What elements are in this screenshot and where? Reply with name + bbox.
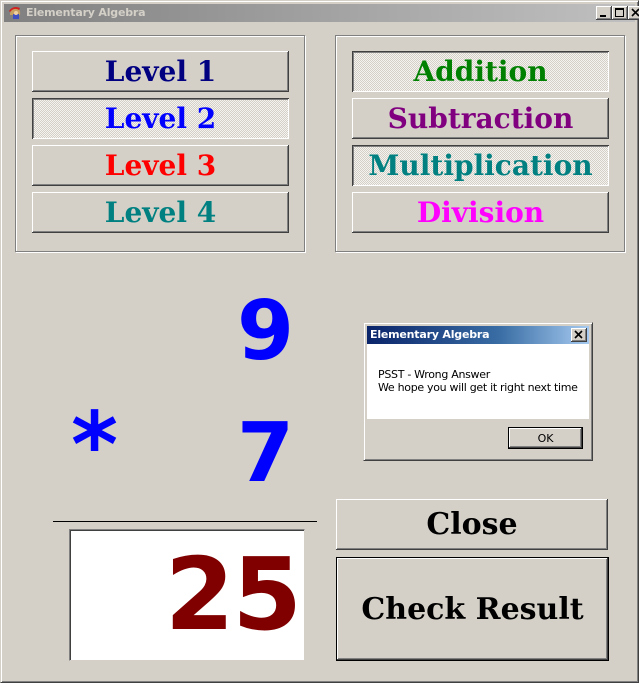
dialog-close-button[interactable]: [571, 328, 587, 342]
operand-1: 9: [237, 284, 295, 379]
dialog-message: PSST - Wrong Answer We hope you will get…: [378, 368, 578, 394]
close-icon: [574, 330, 583, 339]
dialog-message-line-1: PSST - Wrong Answer: [378, 368, 490, 381]
addition-label: Addition: [413, 55, 548, 88]
minimize-button[interactable]: [596, 6, 612, 20]
level-4-button[interactable]: Level 4: [32, 192, 289, 233]
dialog-message-line-2: We hope you will get it right next time: [378, 381, 578, 394]
maximize-button[interactable]: [612, 6, 628, 20]
main-window: Elementary Algebra Level 1 Level 2 Level…: [0, 0, 639, 683]
equation-divider: [53, 521, 317, 522]
close-label: Close: [426, 507, 518, 542]
answer-value: 25: [164, 536, 302, 653]
level-3-button[interactable]: Level 3: [32, 145, 289, 186]
level-1-button[interactable]: Level 1: [32, 51, 289, 92]
level-2-label: Level 2: [104, 102, 217, 135]
minimize-icon: [600, 15, 606, 17]
level-1-label: Level 1: [104, 55, 217, 88]
multiplication-button[interactable]: Multiplication: [352, 145, 609, 186]
level-3-label: Level 3: [104, 149, 217, 182]
operator-sign: *: [71, 393, 119, 498]
spartan-helmet-icon: [9, 7, 21, 19]
operand-2: 7: [237, 406, 295, 501]
answer-input[interactable]: 25: [69, 529, 305, 661]
dialog-body: PSST - Wrong Answer We hope you will get…: [367, 344, 589, 419]
level-4-label: Level 4: [104, 196, 217, 229]
level-2-button[interactable]: Level 2: [32, 98, 289, 139]
subtraction-label: Subtraction: [387, 102, 574, 135]
title-bar[interactable]: Elementary Algebra: [4, 4, 639, 22]
dialog-title: Elementary Algebra: [370, 328, 490, 341]
close-icon: [631, 8, 639, 17]
dialog-title-bar[interactable]: Elementary Algebra: [367, 326, 589, 344]
subtraction-button[interactable]: Subtraction: [352, 98, 609, 139]
close-window-button[interactable]: [628, 6, 639, 20]
dialog-ok-button[interactable]: OK: [508, 427, 583, 449]
multiplication-label: Multiplication: [368, 149, 593, 182]
check-result-label: Check Result: [361, 591, 584, 627]
check-result-button[interactable]: Check Result: [336, 557, 609, 661]
maximize-icon: [615, 8, 624, 17]
message-dialog: Elementary Algebra PSST - Wrong Answer W…: [363, 322, 593, 461]
addition-button[interactable]: Addition: [352, 51, 609, 92]
dialog-ok-label: OK: [537, 431, 554, 445]
close-button[interactable]: Close: [336, 499, 608, 550]
division-button[interactable]: Division: [352, 192, 609, 233]
division-label: Division: [416, 196, 545, 229]
window-title: Elementary Algebra: [26, 6, 146, 19]
